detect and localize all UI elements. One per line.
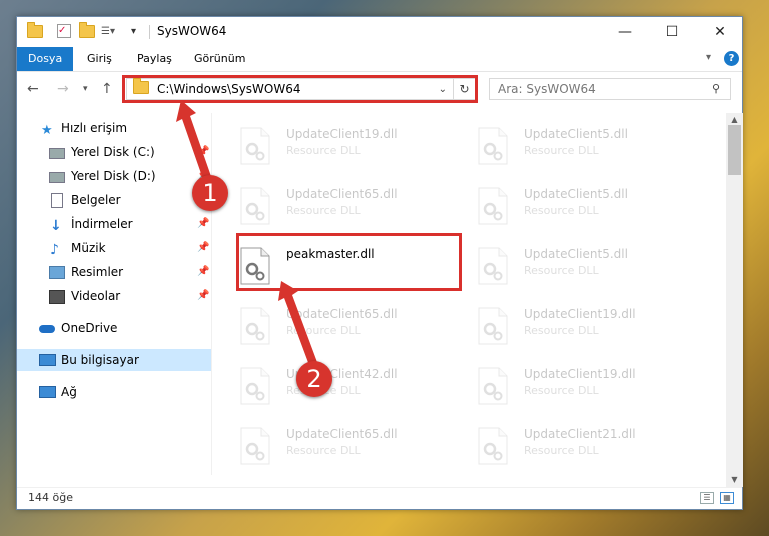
step-badge-2: 2 — [296, 361, 332, 397]
step-badge-1: 1 — [192, 175, 228, 211]
arrow-2 — [278, 281, 318, 368]
annotation-arrows — [176, 100, 318, 368]
